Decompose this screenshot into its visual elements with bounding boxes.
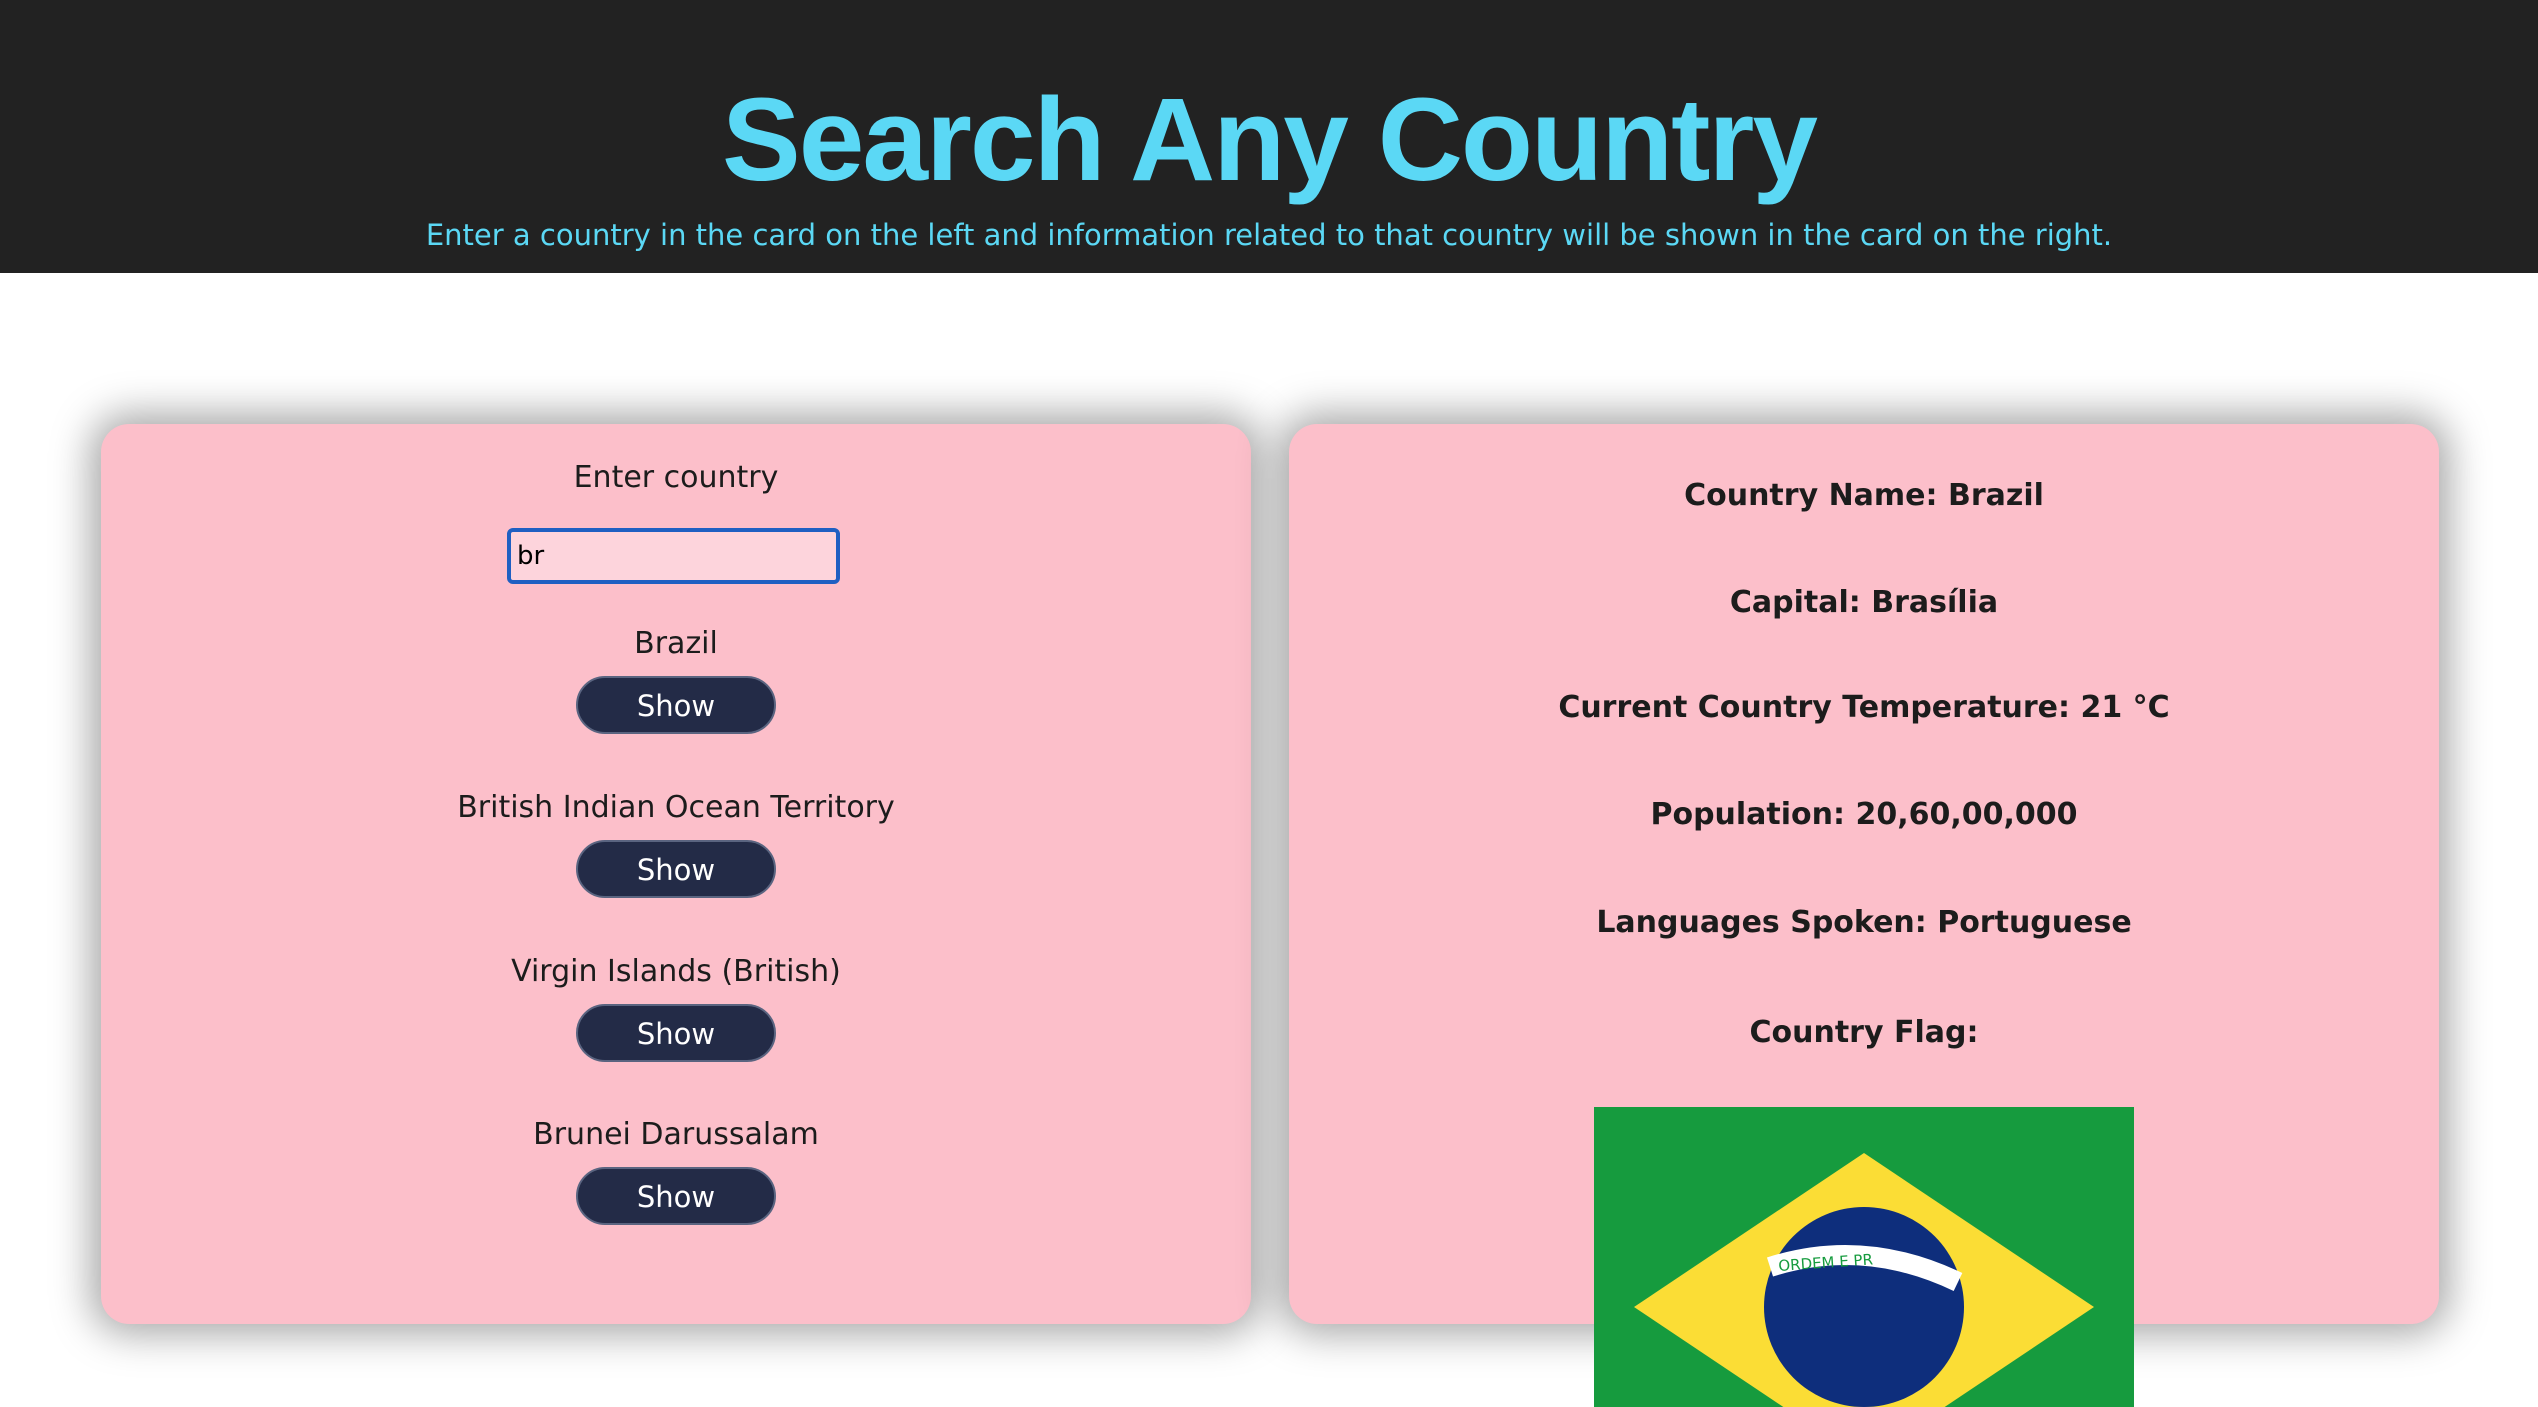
search-card: Enter country Brazil Show British Indian… — [101, 424, 1251, 1324]
capital-text: Capital: Brasília — [1729, 585, 1999, 620]
show-button-virgin-islands-british[interactable]: Show — [576, 1004, 776, 1062]
show-button-british-indian-ocean-territory[interactable]: Show — [576, 840, 776, 898]
country-flag-image: ORDEM E PR — [1594, 1107, 2134, 1407]
search-label: Enter country — [573, 460, 779, 495]
result-item-brunei-darussalam: Brunei Darussalam Show — [101, 1115, 1251, 1225]
country-name-text: Country Name: Brazil — [1684, 478, 2044, 513]
flag-label: Country Flag: — [1749, 1015, 1979, 1050]
temperature-text: Current Country Temperature: 21 °C — [1558, 690, 2170, 725]
result-name: Brazil — [634, 626, 718, 661]
population-text: Population: 20,60,00,000 — [1650, 797, 2078, 832]
result-name: Brunei Darussalam — [533, 1117, 819, 1152]
result-name: British Indian Ocean Territory — [457, 790, 895, 825]
result-item-virgin-islands-british: Virgin Islands (British) Show — [101, 952, 1251, 1062]
result-name: Virgin Islands (British) — [511, 954, 841, 989]
show-button-brazil[interactable]: Show — [576, 676, 776, 734]
languages-text: Languages Spoken: Portuguese — [1596, 905, 2132, 940]
country-info-card: Country Name: Brazil Capital: Brasília C… — [1289, 424, 2439, 1407]
result-item-brazil: Brazil Show — [101, 624, 1251, 734]
result-item-british-indian-ocean-territory: British Indian Ocean Territory Show — [101, 788, 1251, 898]
page-subtitle: Enter a country in the card on the left … — [425, 218, 2113, 252]
country-search-input[interactable] — [507, 528, 840, 584]
page-title: Search Any Country — [722, 74, 1818, 206]
show-button-brunei-darussalam[interactable]: Show — [576, 1167, 776, 1225]
page-header: Search Any Country Enter a country in th… — [0, 0, 2538, 273]
